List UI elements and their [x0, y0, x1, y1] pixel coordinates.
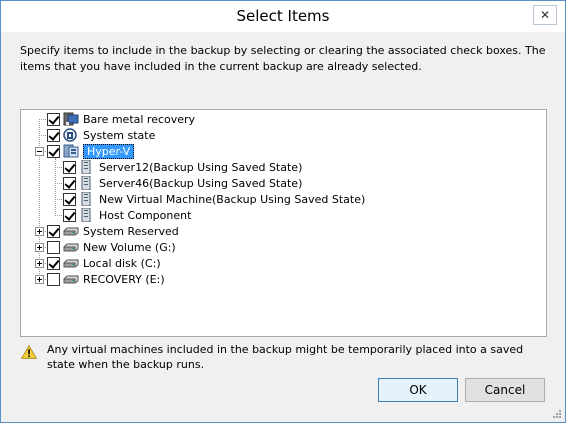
tree-item-system-reserved[interactable]: System Reserved [47, 223, 179, 239]
virtual-machine-icon [81, 176, 91, 190]
close-button[interactable]: ✕ [533, 5, 557, 25]
host-component-icon [81, 208, 91, 222]
tree-item-label: Bare metal recovery [83, 112, 196, 126]
drive-icon [63, 259, 79, 268]
expand-toggle-recovery[interactable] [35, 275, 44, 284]
tree-item-label: Hyper-V [83, 143, 135, 159]
tree-item-new-virtual-machine[interactable]: New Virtual Machine(Backup Using Saved S… [63, 191, 365, 207]
tree-item-label: New Virtual Machine(Backup Using Saved S… [99, 192, 366, 206]
tree-item-label: RECOVERY (E:) [83, 272, 165, 286]
tree-line [39, 119, 40, 280]
tree-item-label: System state [83, 128, 156, 142]
tree-item-local-disk[interactable]: Local disk (C:) [47, 255, 161, 271]
drive-icon [63, 243, 79, 252]
tree-item-label: New Volume (G:) [83, 240, 176, 254]
system-state-icon [63, 128, 77, 142]
tree-item-label: Host Component [99, 208, 192, 222]
expand-toggle-system-reserved[interactable] [35, 227, 44, 236]
title-bar: Select Items ✕ [1, 1, 565, 32]
tree-item-server12[interactable]: Server12(Backup Using Saved State) [63, 159, 302, 175]
checkbox-hyperv[interactable] [47, 144, 60, 158]
hyperv-icon [63, 144, 79, 158]
checkbox-recovery[interactable] [47, 272, 60, 286]
drive-icon [63, 227, 79, 236]
tree-item-bare-metal-recovery[interactable]: Bare metal recovery [47, 111, 195, 127]
cancel-button[interactable]: Cancel [465, 378, 545, 402]
resize-grip-icon[interactable] [552, 409, 562, 419]
drive-icon [63, 275, 79, 284]
expand-toggle-new-volume[interactable] [35, 243, 44, 252]
instructions-text: Specify items to include in the backup b… [20, 44, 546, 73]
checkbox-bare-metal-recovery[interactable] [47, 112, 60, 126]
tree-item-server46[interactable]: Server46(Backup Using Saved State) [63, 175, 302, 191]
checkbox-local-disk[interactable] [47, 256, 60, 270]
collapse-toggle-hyperv[interactable] [35, 147, 44, 156]
warning-message: Any virtual machines included in the bac… [47, 343, 524, 371]
tree-item-label: Local disk (C:) [83, 256, 161, 270]
tree-item-label: Server46(Backup Using Saved State) [99, 176, 303, 190]
checkbox-new-volume[interactable] [47, 240, 60, 254]
virtual-machine-icon [81, 160, 91, 174]
close-icon: ✕ [539, 8, 551, 22]
tree-item-hyperv[interactable]: Hyper-V [47, 143, 135, 159]
tree-item-recovery[interactable]: RECOVERY (E:) [47, 271, 165, 287]
backup-items-tree[interactable]: Bare metal recovery System state Hyper-V [20, 109, 547, 337]
checkbox-system-reserved[interactable] [47, 224, 60, 238]
server-icon [63, 112, 79, 126]
checkbox-host-component[interactable] [63, 208, 76, 222]
checkbox-system-state[interactable] [47, 128, 60, 142]
virtual-machine-icon [81, 192, 91, 206]
tree-item-label: System Reserved [83, 224, 179, 238]
warning-icon [21, 345, 37, 359]
tree-item-host-component[interactable]: Host Component [63, 207, 191, 223]
checkbox-new-virtual-machine[interactable] [63, 192, 76, 206]
tree-item-system-state[interactable]: System state [47, 127, 155, 143]
checkbox-server12[interactable] [63, 160, 76, 174]
dialog-title: Select Items [236, 7, 330, 25]
tree-item-new-volume[interactable]: New Volume (G:) [47, 239, 176, 255]
select-items-dialog: Select Items ✕ Specify items to include … [0, 0, 566, 423]
tree-item-label: Server12(Backup Using Saved State) [99, 160, 303, 174]
expand-toggle-local-disk[interactable] [35, 259, 44, 268]
ok-button[interactable]: OK [378, 378, 458, 402]
checkbox-server46[interactable] [63, 176, 76, 190]
